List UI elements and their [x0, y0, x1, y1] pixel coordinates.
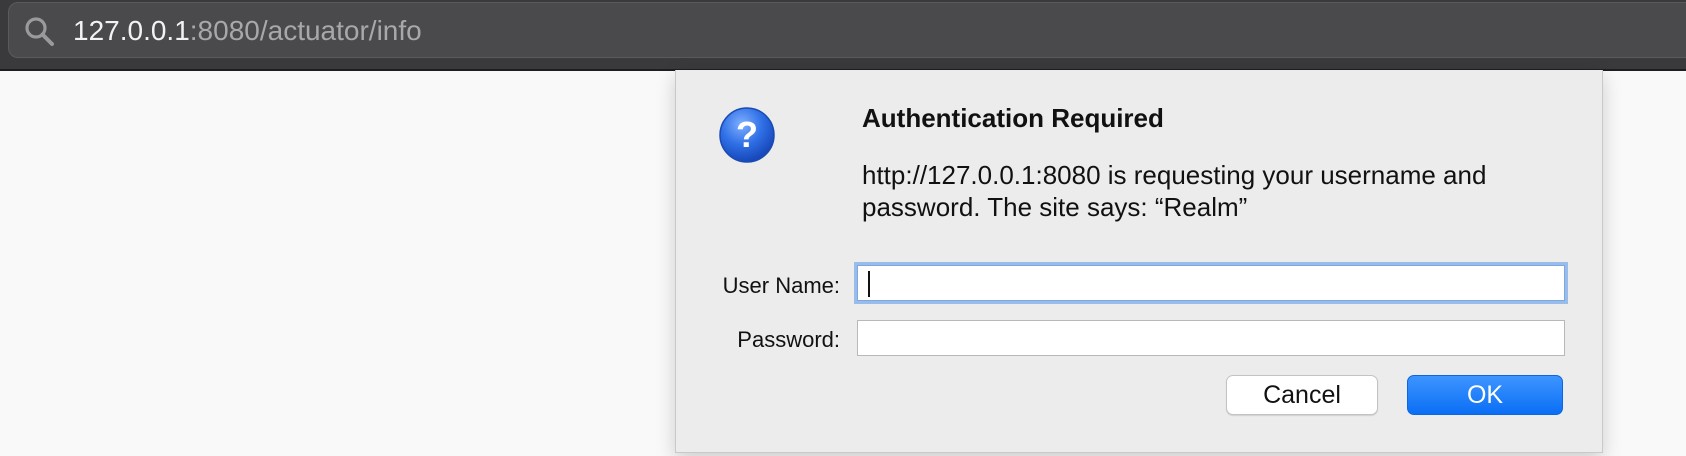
username-label: User Name:: [722, 273, 840, 298]
url-text[interactable]: 127.0.0.1:8080/actuator/info: [73, 13, 422, 49]
address-bar[interactable]: 127.0.0.1:8080/actuator/info: [8, 2, 1686, 58]
url-host: 127.0.0.1: [73, 15, 190, 46]
text-caret: [868, 271, 870, 297]
password-label: Password:: [737, 327, 840, 352]
dialog-message: http://127.0.0.1:8080 is requesting your…: [862, 160, 1487, 222]
search-icon: [25, 17, 54, 46]
username-input[interactable]: [857, 265, 1565, 301]
ok-button[interactable]: OK: [1407, 375, 1563, 415]
url-path: :8080/actuator/info: [189, 15, 422, 46]
question-mark-icon: ?: [719, 107, 775, 163]
cancel-button[interactable]: Cancel: [1226, 375, 1378, 415]
browser-toolbar: 127.0.0.1:8080/actuator/info: [0, 0, 1686, 71]
dialog-title: Authentication Required: [862, 103, 1164, 133]
password-input[interactable]: [857, 320, 1565, 356]
authentication-dialog: ? Authentication Required http://127.0.0…: [675, 70, 1603, 453]
svg-text:?: ?: [736, 114, 758, 155]
